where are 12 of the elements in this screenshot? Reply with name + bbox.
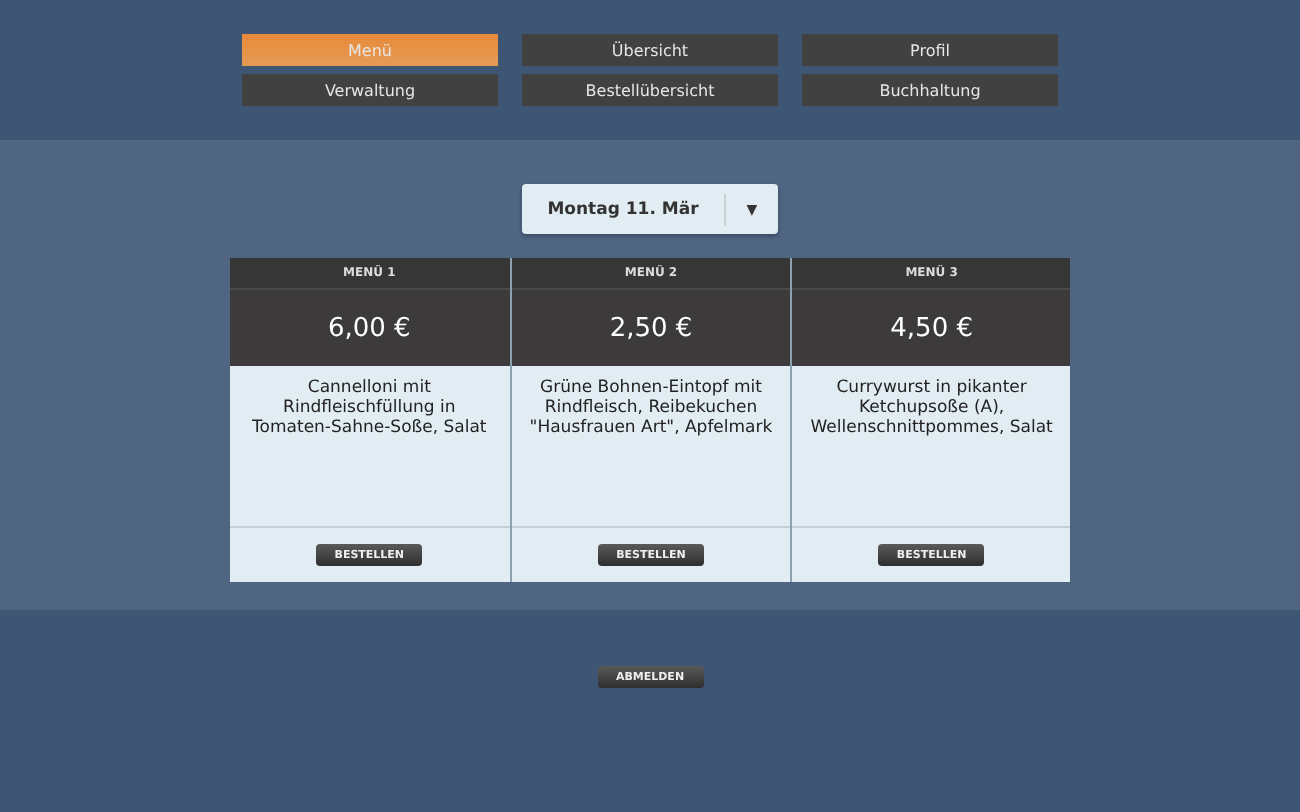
menu-price: 6,00 € xyxy=(229,290,510,366)
date-value: Montag 11. Mär xyxy=(545,199,701,219)
nav-tab[interactable]: Verwaltung xyxy=(242,74,498,106)
nav-tab[interactable]: Profil xyxy=(802,34,1058,66)
menu-price: 2,50 € xyxy=(511,290,791,366)
nav-tab[interactable]: Übersicht xyxy=(522,34,778,66)
nav-tab[interactable]: Bestellübersicht xyxy=(522,74,778,106)
menu-description: Currywurst in pikanter Ketchupsoße (A), Wellenschnittpommes, Salat xyxy=(792,366,1071,526)
nav-tab[interactable]: Buchhaltung xyxy=(802,74,1058,106)
menu-description: Grüne Bohnen-Eintopf mit Rindfleisch, Reibekuchen "Hausfrauen Art", Apfelmark xyxy=(511,366,791,526)
menu-description: Cannelloni mit Rindfleischfüllung in Tomaten-Sahne-Soße, Salat xyxy=(229,366,510,526)
menu-price: 4,50 € xyxy=(792,290,1071,366)
